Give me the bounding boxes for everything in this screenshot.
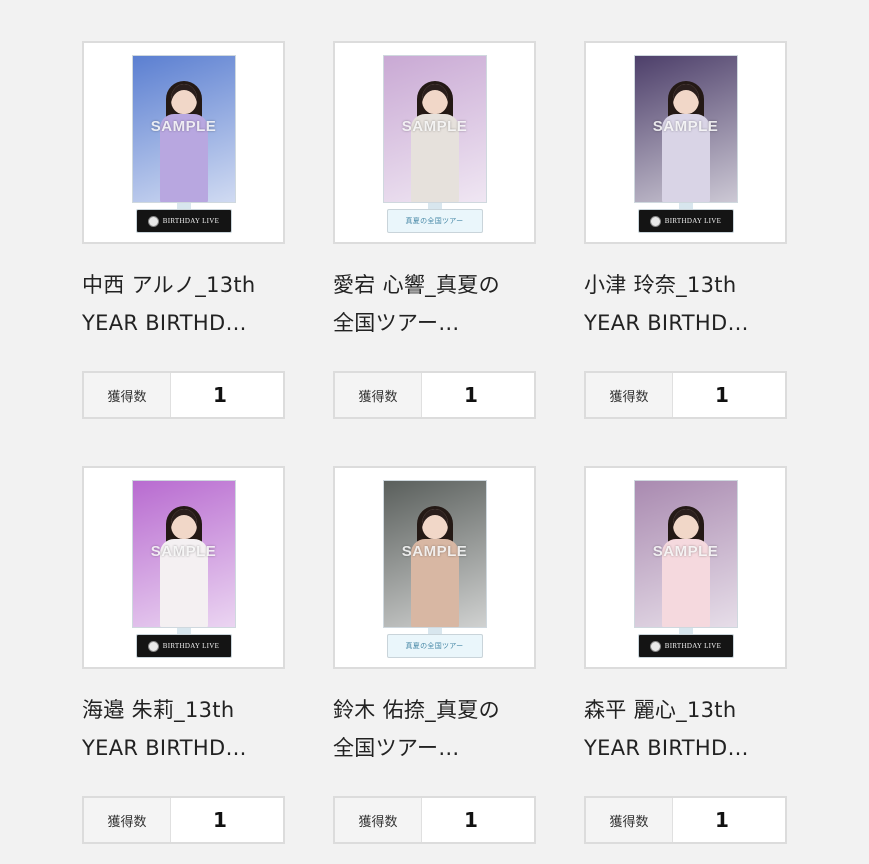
stand-base: 真夏の全国ツアー [386, 209, 483, 233]
count-value: 1 [715, 383, 729, 407]
item-thumbnail[interactable]: SAMPLE 真夏の全国ツアー [333, 41, 536, 244]
item-thumbnail[interactable]: SAMPLE BIRTHDAY LIVE [584, 466, 787, 669]
logo-icon [649, 215, 661, 227]
member-photo: SAMPLE [633, 55, 738, 203]
collection-item: SAMPLE 真夏の全国ツアー 愛宕 心響_真夏の 全国ツアー… 獲得数 1 [333, 41, 536, 419]
count-box: 獲得数 1 [82, 796, 285, 844]
stand-base: BIRTHDAY LIVE [135, 209, 232, 233]
count-label: 獲得数 [586, 798, 673, 842]
item-thumbnail[interactable]: SAMPLE 真夏の全国ツアー [333, 466, 536, 669]
count-value: 1 [715, 808, 729, 832]
member-photo: SAMPLE [382, 55, 487, 203]
collection-item: SAMPLE BIRTHDAY LIVE 海邉 朱莉_13th YEAR BIR… [82, 466, 285, 844]
collection-item: SAMPLE 真夏の全国ツアー 鈴木 佑捺_真夏の 全国ツアー… 獲得数 1 [333, 466, 536, 844]
item-title[interactable]: 中西 アルノ_13th YEAR BIRTHD… [82, 266, 285, 342]
stand-base: BIRTHDAY LIVE [637, 634, 734, 658]
item-title[interactable]: 小津 玲奈_13th YEAR BIRTHD… [584, 266, 787, 342]
sample-watermark: SAMPLE [401, 543, 468, 560]
member-photo: SAMPLE [633, 480, 738, 628]
sample-watermark: SAMPLE [652, 118, 719, 135]
acrylic-stand-image: SAMPLE BIRTHDAY LIVE [633, 480, 738, 660]
member-photo: SAMPLE [131, 55, 236, 203]
collection-grid: SAMPLE BIRTHDAY LIVE 中西 アルノ_13th YEAR BI… [0, 0, 869, 864]
member-photo: SAMPLE [382, 480, 487, 628]
acrylic-stand-image: SAMPLE 真夏の全国ツアー [382, 55, 487, 235]
count-box: 獲得数 1 [82, 371, 285, 419]
item-title[interactable]: 愛宕 心響_真夏の 全国ツアー… [333, 266, 536, 342]
count-box: 獲得数 1 [584, 371, 787, 419]
acrylic-stand-image: SAMPLE 真夏の全国ツアー [382, 480, 487, 660]
count-box: 獲得数 1 [333, 796, 536, 844]
sample-watermark: SAMPLE [652, 543, 719, 560]
item-thumbnail[interactable]: SAMPLE BIRTHDAY LIVE [82, 466, 285, 669]
sample-watermark: SAMPLE [150, 118, 217, 135]
item-thumbnail[interactable]: SAMPLE BIRTHDAY LIVE [82, 41, 285, 244]
sample-watermark: SAMPLE [401, 118, 468, 135]
acrylic-stand-image: SAMPLE BIRTHDAY LIVE [131, 55, 236, 235]
item-title[interactable]: 森平 麗心_13th YEAR BIRTHD… [584, 691, 787, 767]
stand-base: BIRTHDAY LIVE [135, 634, 232, 658]
logo-icon [649, 640, 661, 652]
count-box: 獲得数 1 [333, 371, 536, 419]
count-value: 1 [464, 383, 478, 407]
item-title[interactable]: 鈴木 佑捺_真夏の 全国ツアー… [333, 691, 536, 767]
count-value: 1 [213, 808, 227, 832]
acrylic-stand-image: SAMPLE BIRTHDAY LIVE [633, 55, 738, 235]
stand-base: BIRTHDAY LIVE [637, 209, 734, 233]
sample-watermark: SAMPLE [150, 543, 217, 560]
collection-item: SAMPLE BIRTHDAY LIVE 小津 玲奈_13th YEAR BIR… [584, 41, 787, 419]
collection-item: SAMPLE BIRTHDAY LIVE 中西 アルノ_13th YEAR BI… [82, 41, 285, 419]
member-photo: SAMPLE [131, 480, 236, 628]
count-label: 獲得数 [586, 373, 673, 417]
collection-item: SAMPLE BIRTHDAY LIVE 森平 麗心_13th YEAR BIR… [584, 466, 787, 844]
stand-base: 真夏の全国ツアー [386, 634, 483, 658]
count-label: 獲得数 [84, 373, 171, 417]
acrylic-stand-image: SAMPLE BIRTHDAY LIVE [131, 480, 236, 660]
count-value: 1 [213, 383, 227, 407]
count-label: 獲得数 [335, 798, 422, 842]
item-title[interactable]: 海邉 朱莉_13th YEAR BIRTHD… [82, 691, 285, 767]
item-thumbnail[interactable]: SAMPLE BIRTHDAY LIVE [584, 41, 787, 244]
logo-icon [147, 215, 159, 227]
count-box: 獲得数 1 [584, 796, 787, 844]
count-value: 1 [464, 808, 478, 832]
logo-icon [147, 640, 159, 652]
count-label: 獲得数 [335, 373, 422, 417]
count-label: 獲得数 [84, 798, 171, 842]
